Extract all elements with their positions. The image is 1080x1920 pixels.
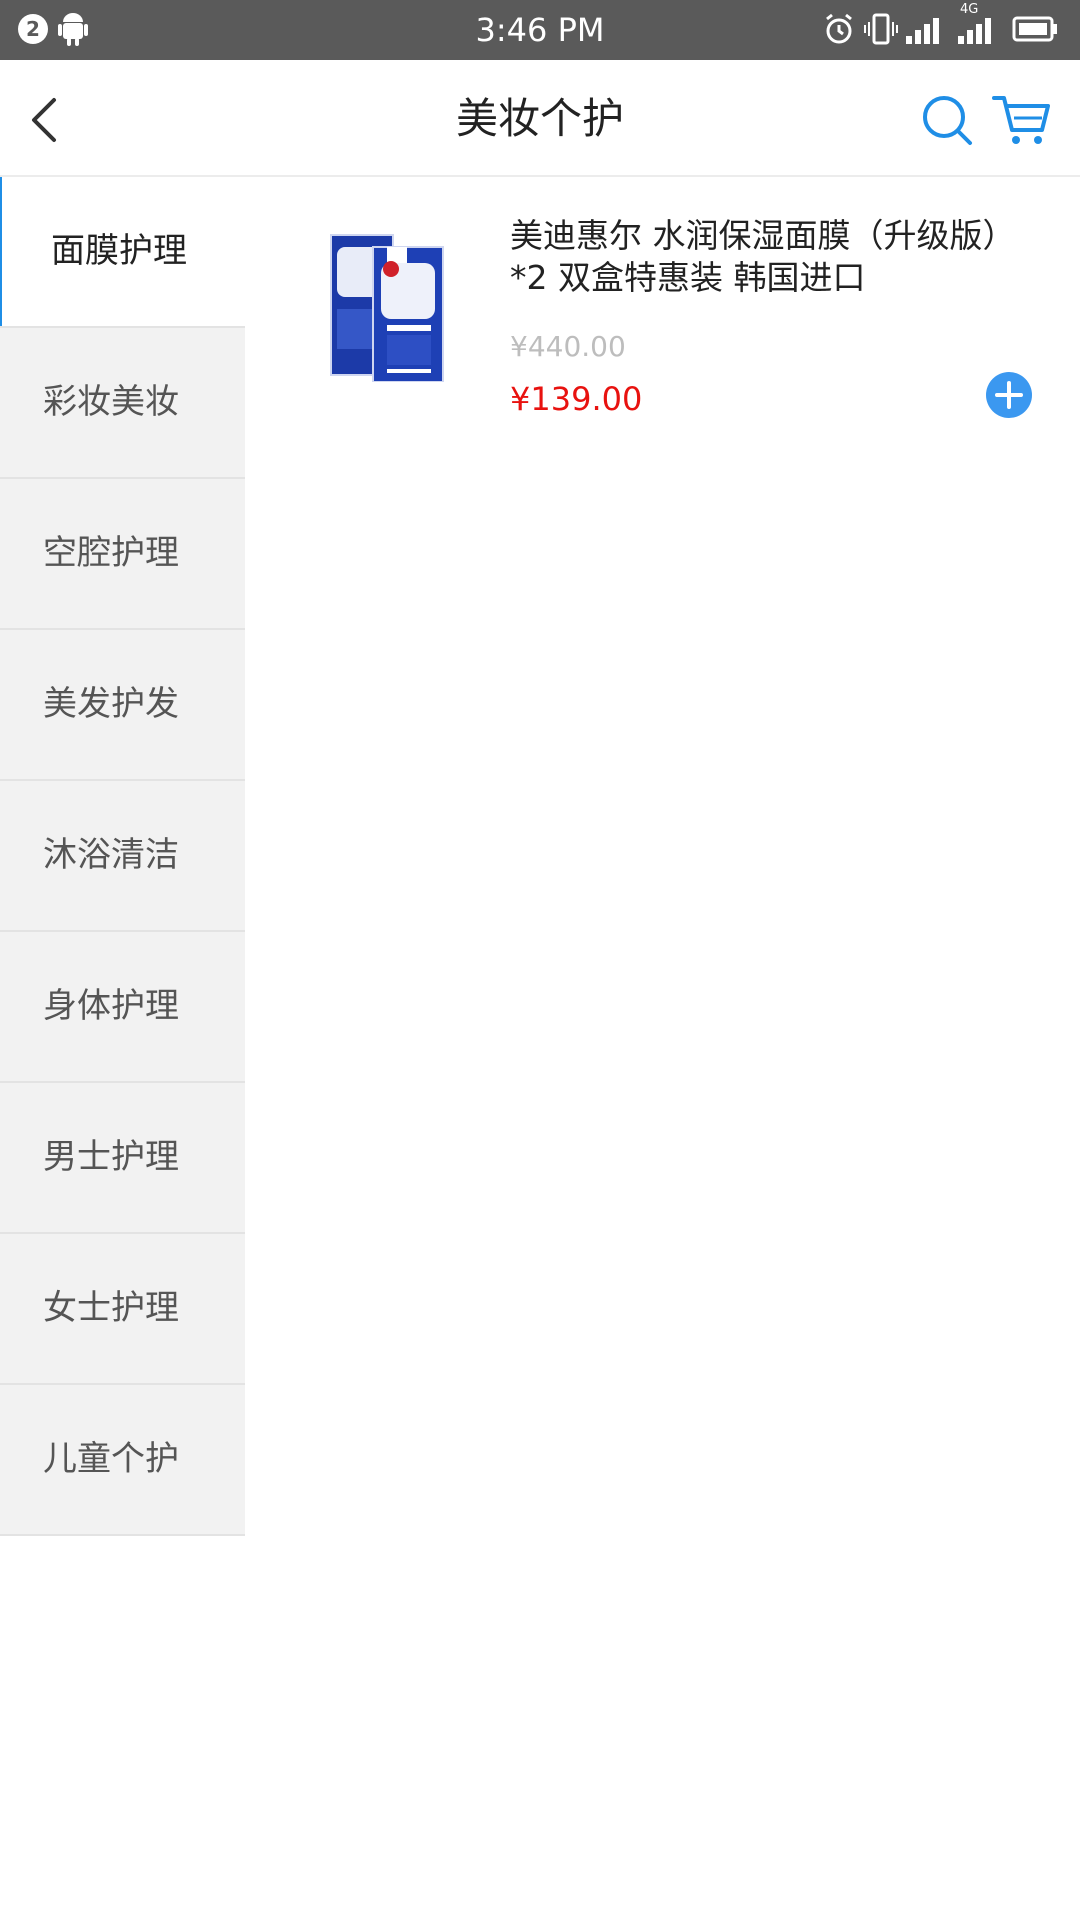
sidebar-item-hair-care[interactable]: 美发护发 — [0, 630, 245, 781]
status-bar: 2 3:46 PM 4G — [0, 0, 1080, 60]
sidebar-item-label: 女士护理 — [43, 1288, 179, 1328]
network-type-label: 4G — [960, 2, 979, 17]
vibrate-icon — [864, 12, 898, 50]
sidebar-item-facial-mask[interactable]: 面膜护理 — [0, 177, 245, 328]
sidebar-item-label: 面膜护理 — [51, 231, 187, 271]
sidebar-item-label: 美发护发 — [43, 684, 179, 724]
header-bar: 美妆个护 — [0, 60, 1080, 177]
sidebar-item-label: 儿童个护 — [43, 1439, 179, 1479]
product-image — [327, 227, 447, 383]
sidebar-item-women-care[interactable]: 女士护理 — [0, 1234, 245, 1385]
sidebar-item-kids-care[interactable]: 儿童个护 — [0, 1385, 245, 1536]
cart-button[interactable] — [992, 90, 1052, 148]
sidebar-item-label: 男士护理 — [43, 1137, 179, 1177]
category-sidebar: 面膜护理 彩妆美妆 空腔护理 美发护发 沐浴清洁 身体护理 男士护理 女士护理 … — [0, 177, 245, 1536]
product-name: 美迪惠尔 水润保湿面膜（升级版）*2 双盒特惠装 韩国进口 — [510, 216, 1016, 297]
sidebar-item-body-care[interactable]: 身体护理 — [0, 932, 245, 1083]
sidebar-item-label: 空腔护理 — [43, 533, 179, 573]
search-icon — [923, 96, 972, 145]
battery-icon — [1012, 12, 1058, 50]
sidebar-item-label: 身体护理 — [43, 986, 179, 1026]
sidebar-item-bath[interactable]: 沐浴清洁 — [0, 781, 245, 932]
sidebar-item-label: 彩妆美妆 — [43, 382, 179, 422]
sidebar-item-makeup[interactable]: 彩妆美妆 — [0, 328, 245, 479]
search-button[interactable] — [918, 90, 976, 148]
cart-icon — [992, 96, 1050, 144]
sidebar-item-men-care[interactable]: 男士护理 — [0, 1083, 245, 1234]
product-original-price: ¥440.00 — [510, 330, 626, 363]
signal-icon — [906, 12, 946, 50]
plus-circle-icon — [986, 372, 1032, 418]
sidebar-item-oral-care[interactable]: 空腔护理 — [0, 479, 245, 630]
product-price: ¥139.00 — [510, 380, 643, 418]
sidebar-item-label: 沐浴清洁 — [43, 835, 179, 875]
add-to-cart-button[interactable] — [985, 371, 1033, 419]
product-card[interactable]: 美迪惠尔 水润保湿面膜（升级版）*2 双盒特惠装 韩国进口 ¥440.00 ¥1… — [245, 177, 1080, 437]
alarm-icon — [824, 12, 854, 50]
